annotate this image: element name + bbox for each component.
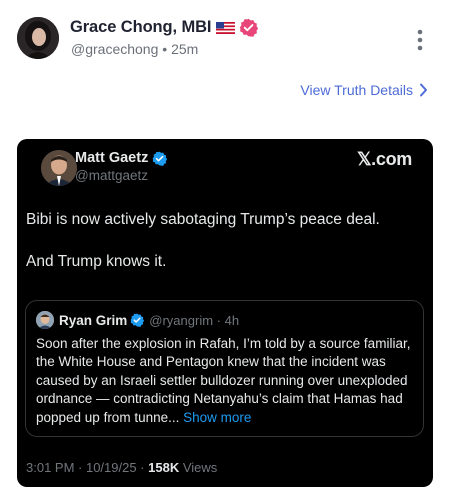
post-time[interactable]: 25m — [171, 41, 198, 57]
tweet-author-handle[interactable]: @mattgaetz — [75, 168, 148, 183]
quote-author-name[interactable]: Ryan Grim — [59, 313, 127, 328]
tweet-paragraph: Bibi is now actively sabotaging Trump’s … — [26, 211, 380, 228]
tweet-body: Bibi is now actively sabotaging Trump’s … — [26, 209, 426, 272]
separator-dot: • — [162, 41, 168, 57]
quote-author-handle[interactable]: @ryangrim — [149, 313, 213, 328]
x-com-logo[interactable]: 𝕏.com — [357, 149, 412, 170]
verified-badge-icon — [240, 18, 259, 37]
show-more-link[interactable]: Show more — [179, 410, 251, 425]
us-flag-icon — [216, 21, 236, 34]
quoted-tweet[interactable]: Ryan Grim @ryangrim · 4h Soon after the … — [25, 300, 424, 437]
quote-body: Soon after the explosion in Rafah, I’m t… — [36, 335, 416, 427]
view-details-label: View Truth Details — [300, 82, 413, 98]
views-label: Views — [179, 460, 218, 475]
quote-author-avatar[interactable] — [36, 311, 54, 329]
tweet-footer: 3:01 PM · 10/19/25 · 158K Views — [26, 460, 217, 475]
avatar-photo-icon — [41, 150, 77, 186]
verified-badge-icon — [130, 313, 145, 327]
quote-meta-separator: · — [216, 312, 222, 328]
tweet-author-name[interactable]: Matt Gaetz — [75, 150, 148, 166]
tweet-timestamp[interactable]: 3:01 PM · 10/19/25 · — [26, 460, 148, 475]
embedded-tweet-card[interactable]: Matt Gaetz @mattgaetz 𝕏.com Bibi is now … — [17, 139, 433, 487]
view-truth-details-link[interactable]: View Truth Details — [300, 82, 428, 98]
avatar[interactable] — [17, 17, 59, 59]
more-options-icon[interactable] — [414, 28, 426, 52]
verified-badge-icon — [152, 151, 168, 166]
avatar-photo-icon — [17, 17, 59, 59]
tweet-author-avatar[interactable] — [41, 150, 77, 186]
handle-and-time: @gracechong • 25m — [71, 41, 198, 57]
quote-meta: @ryangrim · 4h — [149, 313, 239, 328]
views-count: 158K — [148, 460, 180, 475]
author-handle[interactable]: @gracechong — [71, 41, 158, 57]
avatar-photo-icon — [36, 311, 54, 329]
post-header: Grace Chong, MBI @gracechong • 25m — [0, 0, 450, 80]
quote-time[interactable]: 4h — [225, 313, 239, 328]
author-name[interactable]: Grace Chong, MBI — [70, 18, 212, 37]
tweet-paragraph: And Trump knows it. — [26, 253, 167, 270]
chevron-right-icon — [420, 83, 427, 97]
